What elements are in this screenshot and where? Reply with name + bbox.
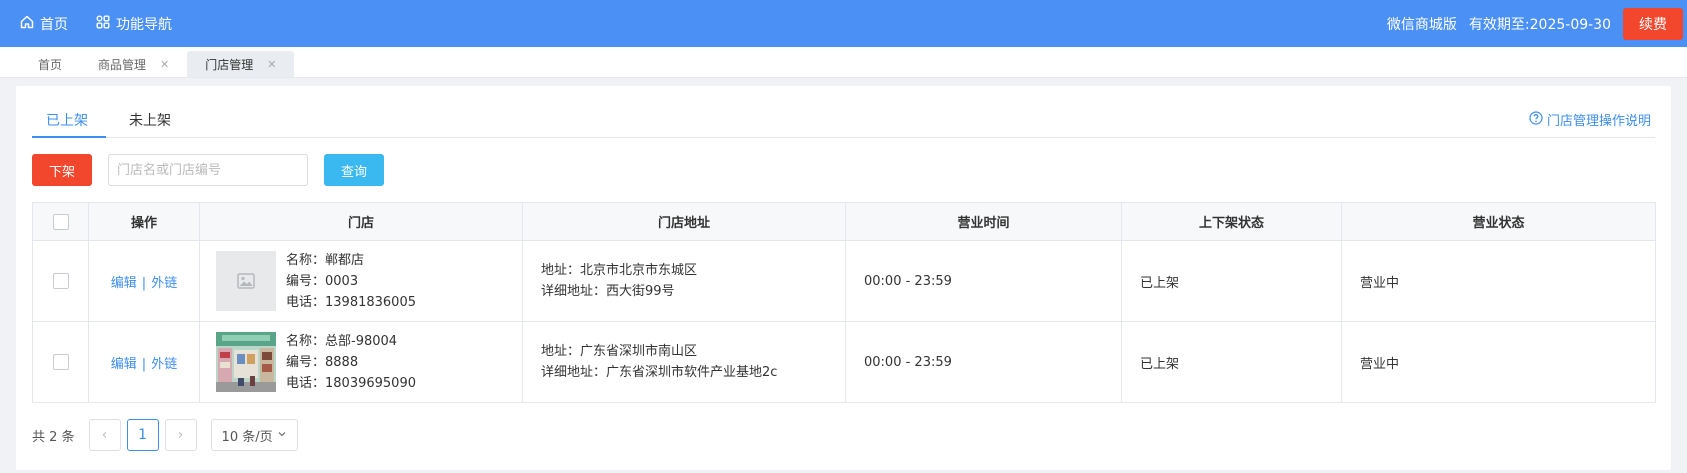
business-hours: 00:00 - 23:59 <box>845 240 1122 322</box>
edition-label: 微信商城版 <box>1386 16 1457 33</box>
store-name: 名称：总部-98004 <box>286 333 398 349</box>
pagination: 共 2 条 ‹ 1 › 10 条/页 <box>32 419 298 451</box>
query-button[interactable]: 查询 <box>324 154 384 186</box>
validity-label: 有效期至:2025-09-30 <box>1468 16 1611 33</box>
chevron-left-icon: ‹ <box>101 427 108 443</box>
page-tab-stores[interactable]: 门店管理 ✕ <box>187 51 295 77</box>
ops-separator: | <box>141 275 147 291</box>
home-nav-label: 首页 <box>40 16 68 33</box>
prev-page-button[interactable]: ‹ <box>88 419 121 451</box>
address-cell: 地址：北京市北京市东城区 详细地址：西大街99号 <box>522 240 846 322</box>
store-search-input[interactable] <box>108 154 308 186</box>
store-address: 地址：广东省深圳市南山区 <box>541 344 698 359</box>
total-count: 共 2 条 <box>32 429 75 445</box>
take-down-button[interactable]: 下架 <box>32 154 92 186</box>
select-all-checkbox[interactable] <box>52 213 69 230</box>
page-tab-strip: 首页 商品管理 ✕ 门店管理 ✕ <box>0 47 1687 78</box>
header-hours: 营业时间 <box>845 202 1122 241</box>
row-operations: 编辑 | 外链 <box>88 321 200 403</box>
edit-link[interactable]: 编辑 <box>111 276 137 291</box>
table-row: 编辑 | 外链 名称：郸都店 编号：0003 电话：13981836005 地址… <box>32 240 1656 322</box>
renew-button[interactable]: 续费 <box>1623 7 1683 40</box>
shelf-tabs: 已上架 未上架 门店管理操作说明 <box>32 86 1655 138</box>
row-operations: 编辑 | 外链 <box>88 240 200 322</box>
function-nav-label: 功能导航 <box>116 16 172 33</box>
page-tab-goods[interactable]: 商品管理 ✕ <box>80 51 187 77</box>
header-shelf-status: 上下架状态 <box>1121 202 1342 241</box>
external-link[interactable]: 外链 <box>151 357 177 372</box>
placeholder-image-icon <box>216 251 276 311</box>
store-info: 名称：郸都店 编号：0003 电话：13981836005 <box>286 250 416 313</box>
store-cell: 名称：郸都店 编号：0003 电话：13981836005 <box>199 240 523 322</box>
row-checkbox[interactable] <box>52 273 69 289</box>
toolbar: 下架 查询 <box>32 154 384 186</box>
page-tab-label: 商品管理 <box>98 57 147 72</box>
help-link-label: 门店管理操作说明 <box>1546 114 1651 129</box>
page-1-button[interactable]: 1 <box>126 419 159 451</box>
main-card: 已上架 未上架 门店管理操作说明 下架 查询 操作 门店 门店地址 营业时间 上… <box>16 86 1671 470</box>
home-nav[interactable]: 首页 <box>20 14 68 34</box>
store-address: 地址：北京市北京市东城区 <box>541 263 698 278</box>
shelf-status: 已上架 <box>1121 240 1342 322</box>
edit-link[interactable]: 编辑 <box>111 357 137 372</box>
store-cell: 名称：总部-98004 编号：8888 电话：18039695090 <box>199 321 523 403</box>
business-status: 营业中 <box>1341 240 1656 322</box>
business-status: 营业中 <box>1341 321 1656 403</box>
next-page-button[interactable]: › <box>164 419 197 451</box>
page-tab-label: 首页 <box>38 57 63 72</box>
tab-on-shelf[interactable]: 已上架 <box>46 110 88 130</box>
table-header-row: 操作 门店 门店地址 营业时间 上下架状态 营业状态 <box>32 202 1656 241</box>
shelf-status: 已上架 <box>1121 321 1342 403</box>
active-tab-indicator <box>32 136 106 138</box>
close-icon[interactable]: ✕ <box>267 58 276 71</box>
store-table: 操作 门店 门店地址 营业时间 上下架状态 营业状态 编辑 | 外链 名称：郸都… <box>32 202 1656 403</box>
row-checkbox[interactable] <box>52 354 69 370</box>
select-all-cell <box>32 202 89 241</box>
page-size-select[interactable]: 10 条/页 <box>210 419 298 451</box>
header-operation: 操作 <box>88 202 200 241</box>
top-bar: 首页 功能导航 微信商城版 有效期至:2025-09-30 续费 <box>0 0 1687 47</box>
address-cell: 地址：广东省深圳市南山区 详细地址：广东省深圳市软件产业基地2c <box>522 321 846 403</box>
business-hours: 00:00 - 23:59 <box>845 321 1122 403</box>
external-link[interactable]: 外链 <box>151 276 177 291</box>
tab-off-shelf[interactable]: 未上架 <box>129 110 171 130</box>
ops-separator: | <box>141 356 147 372</box>
store-code: 编号：8888 <box>286 354 359 370</box>
page-tab-label: 门店管理 <box>205 57 254 72</box>
page-tab-home[interactable]: 首页 <box>20 51 80 77</box>
page-size-label: 10 条/页 <box>221 429 273 445</box>
store-phone: 电话：13981836005 <box>286 294 416 310</box>
row-select-cell <box>32 321 89 403</box>
table-row: 编辑 | 外链 名称：总部-98004 编号：8888 电话：180396950… <box>32 321 1656 403</box>
store-name: 名称：郸都店 <box>286 252 365 268</box>
store-info: 名称：总部-98004 编号：8888 电话：18039695090 <box>286 331 416 394</box>
question-circle-icon <box>1529 110 1543 129</box>
row-select-cell <box>32 240 89 322</box>
account-info: 微信商城版 有效期至:2025-09-30 续费 <box>1386 7 1687 40</box>
store-photo <box>216 332 276 392</box>
chevron-right-icon: › <box>177 427 184 443</box>
store-detail-address: 详细地址：西大街99号 <box>541 284 675 299</box>
home-icon <box>20 15 34 33</box>
store-code: 编号：0003 <box>286 273 359 289</box>
header-address: 门店地址 <box>522 202 846 241</box>
close-icon[interactable]: ✕ <box>160 58 169 71</box>
store-detail-address: 详细地址：广东省深圳市软件产业基地2c <box>541 365 778 380</box>
store-phone: 电话：18039695090 <box>286 375 416 391</box>
function-nav[interactable]: 功能导航 <box>96 14 172 34</box>
header-business-status: 营业状态 <box>1341 202 1656 241</box>
help-link[interactable]: 门店管理操作说明 <box>1529 110 1651 129</box>
chevron-down-icon <box>277 428 287 443</box>
grid-icon <box>96 15 110 33</box>
header-store: 门店 <box>199 202 523 241</box>
